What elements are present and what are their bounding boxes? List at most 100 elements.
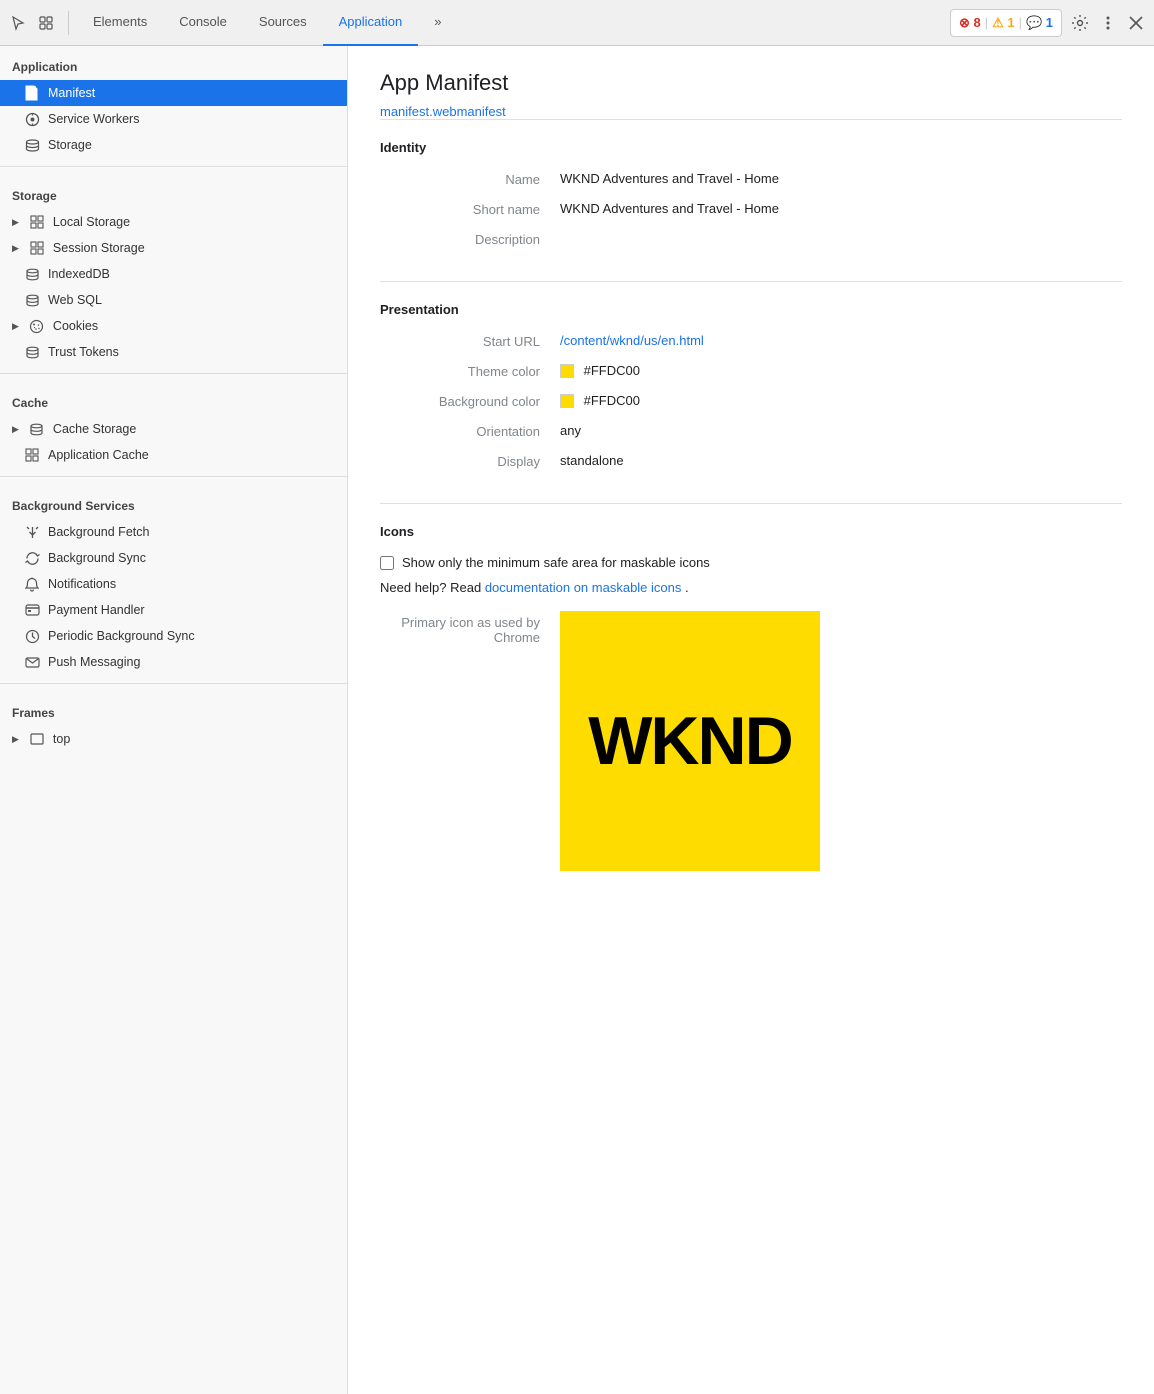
arrow-cache-storage: ▶ xyxy=(12,424,19,435)
help-text-suffix: . xyxy=(685,580,689,595)
info-badge: 💬 1 xyxy=(1026,15,1053,31)
sidebar-item-local-storage[interactable]: ▶ Local Storage xyxy=(0,209,347,235)
sidebar-item-bg-fetch[interactable]: Background Fetch xyxy=(0,519,347,545)
arrow-session-storage: ▶ xyxy=(12,243,19,254)
toolbar-right: ⊗ 8 | ⚠ 1 | 💬 1 xyxy=(950,9,1146,37)
field-bg-color: Background color #FFDC00 xyxy=(380,393,1122,409)
sidebar-item-application-cache[interactable]: Application Cache xyxy=(0,442,347,468)
toolbar-icons xyxy=(8,13,56,33)
manifest-file-link[interactable]: manifest.webmanifest xyxy=(380,104,506,119)
bg-color-swatch xyxy=(560,394,574,408)
cache-storage-icon xyxy=(29,421,45,437)
sidebar-item-service-workers[interactable]: Service Workers xyxy=(0,106,347,132)
tab-list: Elements Console Sources Application » xyxy=(77,0,950,46)
frames-icon xyxy=(29,731,45,747)
sidebar-item-periodic-bg-sync[interactable]: Periodic Background Sync xyxy=(0,623,347,649)
sidebar-section-application: Application xyxy=(0,46,347,80)
sidebar-item-session-storage[interactable]: ▶ Session Storage xyxy=(0,235,347,261)
cache-storage-label: Cache Storage xyxy=(53,422,136,436)
chrome-label-text: Chrome xyxy=(380,630,540,645)
display-value: standalone xyxy=(560,453,624,468)
indexeddb-label: IndexedDB xyxy=(48,267,110,281)
sidebar-item-bg-sync[interactable]: Background Sync xyxy=(0,545,347,571)
storage-label: Storage xyxy=(48,138,92,152)
close-icon[interactable] xyxy=(1126,13,1146,33)
sidebar-item-notifications[interactable]: Notifications xyxy=(0,571,347,597)
name-value: WKND Adventures and Travel - Home xyxy=(560,171,779,186)
tab-console[interactable]: Console xyxy=(163,0,243,46)
payment-handler-icon xyxy=(24,602,40,618)
bg-color-value: #FFDC00 xyxy=(560,393,640,409)
maskable-label[interactable]: Show only the minimum safe area for mask… xyxy=(402,555,710,570)
wknd-icon-preview: WKND xyxy=(560,611,820,871)
theme-color-label: Theme color xyxy=(380,363,560,379)
sidebar-item-web-sql[interactable]: Web SQL xyxy=(0,287,347,313)
trust-tokens-label: Trust Tokens xyxy=(48,345,119,359)
theme-color-hex: #FFDC00 xyxy=(584,363,640,378)
badge-group[interactable]: ⊗ 8 | ⚠ 1 | 💬 1 xyxy=(950,9,1062,37)
sidebar: Application Manifest Service Workers Sto… xyxy=(0,46,348,1394)
session-storage-icon xyxy=(29,240,45,256)
tab-application[interactable]: Application xyxy=(323,0,419,46)
sidebar-item-indexeddb[interactable]: IndexedDB xyxy=(0,261,347,287)
start-url-value[interactable]: /content/wknd/us/en.html xyxy=(560,333,704,348)
toolbar: Elements Console Sources Application » ⊗… xyxy=(0,0,1154,46)
maskable-checkbox-row: Show only the minimum safe area for mask… xyxy=(380,555,1122,570)
web-sql-label: Web SQL xyxy=(48,293,102,307)
orientation-value: any xyxy=(560,423,581,438)
sidebar-item-push-messaging[interactable]: Push Messaging xyxy=(0,649,347,675)
divider-2 xyxy=(0,373,347,374)
settings-icon[interactable] xyxy=(1070,13,1090,33)
application-cache-label: Application Cache xyxy=(48,448,149,462)
trust-tokens-icon xyxy=(24,344,40,360)
service-workers-label: Service Workers xyxy=(48,112,139,126)
page-title: App Manifest xyxy=(380,70,1122,96)
more-icon[interactable] xyxy=(1098,13,1118,33)
manifest-label: Manifest xyxy=(48,86,95,100)
error-badge: ⊗ 8 xyxy=(959,15,981,31)
name-label: Name xyxy=(380,171,560,187)
theme-color-value: #FFDC00 xyxy=(560,363,640,379)
divider-4 xyxy=(0,683,347,684)
push-messaging-icon xyxy=(24,654,40,670)
application-cache-icon xyxy=(24,447,40,463)
sidebar-item-payment-handler[interactable]: Payment Handler xyxy=(0,597,347,623)
sidebar-item-top[interactable]: ▶ top xyxy=(0,726,347,752)
sidebar-item-trust-tokens[interactable]: Trust Tokens xyxy=(0,339,347,365)
help-text-prefix: Need help? Read xyxy=(380,580,485,595)
maskable-docs-link[interactable]: documentation on maskable icons xyxy=(485,580,682,595)
arrow-local-storage: ▶ xyxy=(12,217,19,228)
bg-color-label: Background color xyxy=(380,393,560,409)
description-label: Description xyxy=(380,231,560,247)
tab-more[interactable]: » xyxy=(418,0,457,46)
periodic-bg-sync-label: Periodic Background Sync xyxy=(48,629,195,643)
identity-section: Identity Name WKND Adventures and Travel… xyxy=(380,119,1122,281)
presentation-section: Presentation Start URL /content/wknd/us/… xyxy=(380,281,1122,503)
notifications-label: Notifications xyxy=(48,577,116,591)
theme-color-swatch xyxy=(560,364,574,378)
tab-sources[interactable]: Sources xyxy=(243,0,323,46)
help-text: Need help? Read documentation on maskabl… xyxy=(380,580,1122,595)
maskable-checkbox[interactable] xyxy=(380,556,394,570)
divider-3 xyxy=(0,476,347,477)
sidebar-item-manifest[interactable]: Manifest xyxy=(0,80,347,106)
main-layout: Application Manifest Service Workers Sto… xyxy=(0,46,1154,1394)
sidebar-item-cookies[interactable]: ▶ Cookies xyxy=(0,313,347,339)
storage-icon xyxy=(24,137,40,153)
tab-elements[interactable]: Elements xyxy=(77,0,163,46)
field-name: Name WKND Adventures and Travel - Home xyxy=(380,171,1122,187)
sidebar-item-cache-storage[interactable]: ▶ Cache Storage xyxy=(0,416,347,442)
arrow-cookies: ▶ xyxy=(12,321,19,332)
presentation-section-title: Presentation xyxy=(380,302,1122,317)
field-description: Description xyxy=(380,231,1122,247)
toolbar-divider xyxy=(68,11,69,35)
primary-label-text: Primary icon as used by xyxy=(380,615,540,630)
bg-sync-icon xyxy=(24,550,40,566)
sidebar-section-cache: Cache xyxy=(0,382,347,416)
inspect-icon[interactable] xyxy=(36,13,56,33)
cursor-icon[interactable] xyxy=(8,13,28,33)
sidebar-item-storage[interactable]: Storage xyxy=(0,132,347,158)
short-name-value: WKND Adventures and Travel - Home xyxy=(560,201,779,216)
top-label: top xyxy=(53,732,70,746)
local-storage-icon xyxy=(29,214,45,230)
